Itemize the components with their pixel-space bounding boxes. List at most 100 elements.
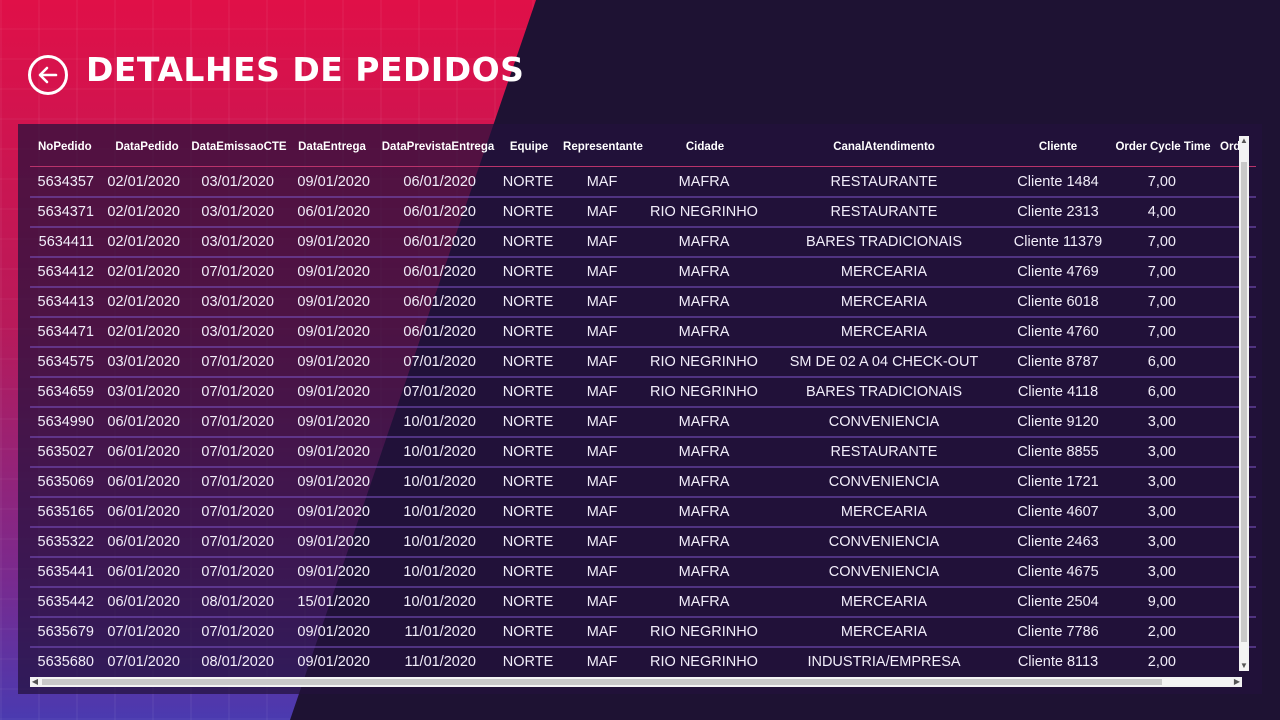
table-row[interactable]: 5634357 02/01/2020 03/01/2020 09/01/2020 06/…: [30, 168, 1256, 198]
table-cell: 3,00: [1147, 564, 1176, 580]
table-cell: 07/01/2020: [201, 534, 274, 550]
table-cell: 02/01/2020: [107, 294, 180, 310]
table-cell: 7,00: [1147, 324, 1176, 340]
table-cell: 3,00: [1147, 504, 1176, 520]
table-cell: 09/01/2020: [297, 174, 370, 190]
table-cell: 07/01/2020: [201, 444, 274, 460]
table-cell: 4,00: [1147, 204, 1176, 220]
table-cell: 2,00: [1147, 624, 1176, 640]
table-cell: 02/01/2020: [107, 234, 180, 250]
column-header[interactable]: Equipe: [506, 141, 552, 153]
column-header[interactable]: DataEntrega: [292, 141, 372, 153]
table-cell: 03/01/2020: [107, 354, 180, 370]
table-cell: 07/01/2020: [201, 564, 274, 580]
column-header[interactable]: Representante: [560, 141, 646, 153]
column-header[interactable]: Ord: [1220, 141, 1240, 153]
table-cell: 3,00: [1147, 474, 1176, 490]
table-row[interactable]: 5634575 03/01/2020 07/01/2020 09/01/2020 07/…: [30, 348, 1256, 378]
column-header[interactable]: DataPedido: [106, 141, 188, 153]
chevron-up-icon[interactable]: ▲: [1239, 136, 1249, 146]
vertical-scrollbar[interactable]: ▲ ▼: [1239, 136, 1249, 671]
chevron-down-icon[interactable]: ▼: [1239, 661, 1249, 671]
table-cell: 6,00: [1147, 384, 1176, 400]
table-cell: 09/01/2020: [297, 624, 370, 640]
table-cell: 09/01/2020: [297, 354, 370, 370]
table-cell: 02/01/2020: [107, 204, 180, 220]
table-row[interactable]: 5634659 03/01/2020 07/01/2020 09/01/2020 07/…: [30, 378, 1256, 408]
table-cell: 7,00: [1147, 234, 1176, 250]
horizontal-scrollbar[interactable]: ◀ ▶: [30, 677, 1242, 687]
table-row[interactable]: 5635069 06/01/2020 07/01/2020 09/01/2020 10/…: [30, 468, 1256, 498]
back-button[interactable]: [28, 55, 68, 95]
table-row[interactable]: 5634411 02/01/2020 03/01/2020 09/01/2020 06/…: [30, 228, 1256, 258]
table-cell: 07/01/2020: [201, 414, 274, 430]
table-cell: 03/01/2020: [201, 174, 274, 190]
page-title: DETALHES DE PEDIDOS: [86, 50, 525, 89]
table-row[interactable]: 5634413 02/01/2020 03/01/2020 09/01/2020 06/…: [30, 288, 1256, 318]
vertical-scroll-thumb[interactable]: [1241, 162, 1247, 642]
table-cell: 06/01/2020: [107, 474, 180, 490]
table-cell: 7,00: [1147, 294, 1176, 310]
column-header[interactable]: Cliente: [1008, 141, 1108, 153]
table-row[interactable]: 5634471 02/01/2020 03/01/2020 09/01/2020 06/…: [30, 318, 1256, 348]
table-cell: 06/01/2020: [107, 564, 180, 580]
column-header[interactable]: DataEmissaoCTE: [188, 141, 290, 153]
table-row[interactable]: 5635441 06/01/2020 07/01/2020 09/01/2020 10/…: [30, 558, 1256, 588]
table-cell: 6,00: [1147, 354, 1176, 370]
table-cell: 09/01/2020: [297, 444, 370, 460]
orders-table: NoPedido DataPedido DataEmissaoCTE DataEntr…: [18, 124, 1262, 694]
table-row[interactable]: 5634412 02/01/2020 07/01/2020 09/01/2020 06/…: [30, 258, 1256, 288]
table-cell: 3,00: [1147, 534, 1176, 550]
table-cell: 02/01/2020: [107, 324, 180, 340]
table-cell: 06/01/2020: [107, 504, 180, 520]
horizontal-scroll-thumb[interactable]: [42, 679, 1162, 685]
table-cell: 3,00: [1147, 414, 1176, 430]
table-cell: 09/01/2020: [297, 324, 370, 340]
table-row[interactable]: 5635679 07/01/2020 07/01/2020 09/01/2020 11/…: [30, 618, 1256, 648]
table-cell: 03/01/2020: [201, 234, 274, 250]
table-cell: 09/01/2020: [297, 384, 370, 400]
table-cell: 07/01/2020: [201, 354, 274, 370]
table-cell: 07/01/2020: [201, 474, 274, 490]
table-cell: 7,00: [1147, 174, 1176, 190]
table-cell: 02/01/2020: [107, 174, 180, 190]
column-header[interactable]: Order Cycle Time: [1112, 141, 1214, 153]
table-cell: 7,00: [1147, 264, 1176, 280]
table-header-row: NoPedido DataPedido DataEmissaoCTE DataEntr…: [30, 132, 1256, 167]
table-cell: 07/01/2020: [201, 504, 274, 520]
chevron-left-icon[interactable]: ◀: [30, 677, 40, 687]
table-cell: 06/01/2020: [107, 444, 180, 460]
table-row[interactable]: 5634990 06/01/2020 07/01/2020 09/01/2020 10/…: [30, 408, 1256, 438]
table-cell: 06/01/2020: [107, 534, 180, 550]
column-header[interactable]: CanalAtendimento: [770, 141, 998, 153]
table-cell: 08/01/2020: [201, 654, 274, 670]
table-cell: 06/01/2020: [107, 594, 180, 610]
table-cell: 06/01/2020: [107, 414, 180, 430]
table-cell: 3,00: [1147, 444, 1176, 460]
table-cell: 2,00: [1147, 654, 1176, 670]
column-header[interactable]: Cidade: [650, 141, 760, 153]
chevron-right-icon[interactable]: ▶: [1232, 677, 1242, 687]
table-cell: 07/01/2020: [107, 654, 180, 670]
table-cell: 09/01/2020: [297, 534, 370, 550]
table-body: 5634357 02/01/2020 03/01/2020 09/01/2020 06/…: [30, 168, 1256, 675]
table-cell: 09/01/2020: [297, 414, 370, 430]
table-cell: 09/01/2020: [297, 234, 370, 250]
table-row[interactable]: 5635165 06/01/2020 07/01/2020 09/01/2020 10/…: [30, 498, 1256, 528]
table-row[interactable]: 5635322 06/01/2020 07/01/2020 09/01/2020 10/…: [30, 528, 1256, 558]
table-cell: 07/01/2020: [201, 384, 274, 400]
table-cell: 08/01/2020: [201, 594, 274, 610]
table-cell: 03/01/2020: [201, 324, 274, 340]
table-cell: 03/01/2020: [201, 294, 274, 310]
table-row[interactable]: 5635680 07/01/2020 08/01/2020 09/01/2020 11/…: [30, 648, 1256, 675]
table-cell: 15/01/2020: [297, 594, 370, 610]
table-cell: 02/01/2020: [107, 264, 180, 280]
column-header[interactable]: DataPrevistaEntrega: [378, 141, 498, 153]
table-row[interactable]: 5634371 02/01/2020 03/01/2020 06/01/2020 06/…: [30, 198, 1256, 228]
table-cell: 07/01/2020: [201, 624, 274, 640]
table-cell: 03/01/2020: [107, 384, 180, 400]
table-row[interactable]: 5635027 06/01/2020 07/01/2020 09/01/2020 10/…: [30, 438, 1256, 468]
table-cell: 09/01/2020: [297, 564, 370, 580]
table-row[interactable]: 5635442 06/01/2020 08/01/2020 15/01/2020 10/…: [30, 588, 1256, 618]
table-viewport: NoPedido DataPedido DataEmissaoCTE DataEntr…: [30, 132, 1256, 675]
